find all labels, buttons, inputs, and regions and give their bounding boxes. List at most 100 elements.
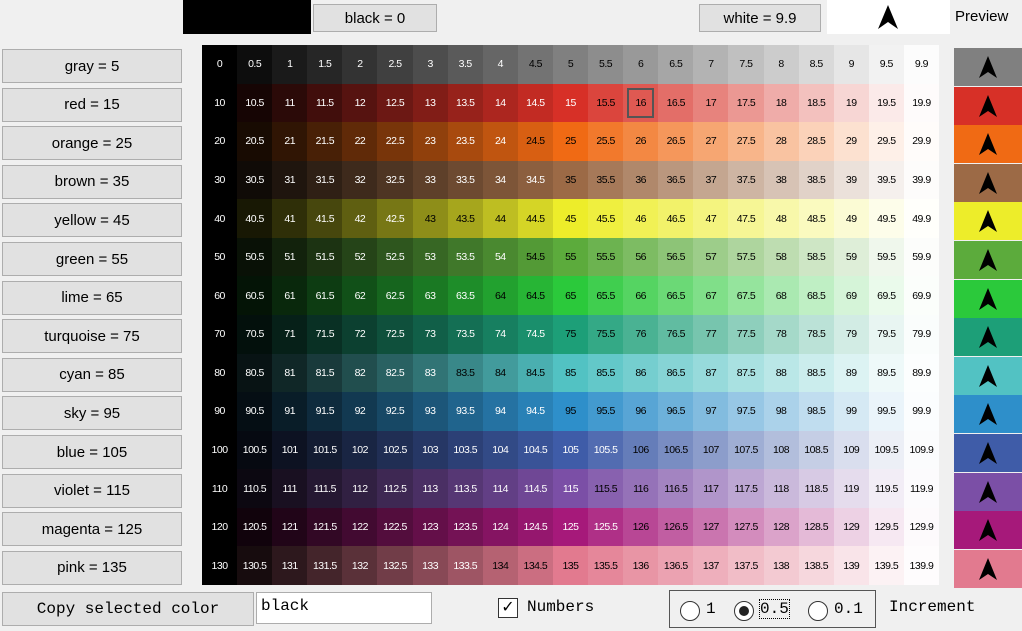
color-cell[interactable]: 130 [202,546,238,585]
color-cell[interactable]: 111 [272,469,308,508]
color-cell[interactable]: 2 [342,45,378,84]
color-cell[interactable]: 21 [272,122,308,161]
color-cell[interactable]: 136.5 [658,546,694,585]
color-cell[interactable]: 130.5 [237,546,273,585]
color-cell[interactable]: 41.5 [307,199,343,238]
color-cell[interactable]: 101 [272,430,308,470]
color-cell[interactable]: 112.5 [377,469,413,508]
color-cell[interactable]: 49 [833,199,869,238]
color-cell[interactable]: 103.5 [447,430,483,470]
color-cell[interactable]: 69 [833,276,869,315]
increment-radio-1[interactable] [680,601,700,621]
color-cell[interactable]: 102.5 [377,430,413,470]
color-cell[interactable]: 106 [623,430,659,470]
color-cell[interactable]: 10 [202,83,238,123]
color-cell[interactable]: 136 [623,546,659,585]
color-cell[interactable]: 37 [693,160,729,200]
color-button[interactable]: lime = 65 [2,280,182,315]
color-cell[interactable]: 79.9 [903,315,939,354]
color-cell[interactable]: 70 [202,315,238,354]
color-cell[interactable]: 39.9 [903,160,939,200]
color-cell[interactable]: 33.5 [447,160,483,200]
color-cell[interactable]: 54 [482,237,518,277]
white-button[interactable]: white = 9.9 [699,4,821,32]
color-cell[interactable]: 86 [623,353,659,393]
color-cell[interactable]: 1 [272,45,308,84]
color-cell[interactable]: 129.5 [868,507,904,547]
color-cell[interactable]: 29.9 [903,122,939,161]
color-cell[interactable]: 84 [482,353,518,393]
color-cell[interactable]: 121 [272,507,308,547]
color-cell[interactable]: 41 [272,199,308,238]
color-cell[interactable]: 115.5 [588,469,624,508]
color-cell[interactable]: 62.5 [377,276,413,315]
color-cell[interactable]: 58.5 [798,237,834,277]
color-cell[interactable]: 27 [693,122,729,161]
color-cell[interactable]: 108 [763,430,799,470]
color-cell[interactable]: 52.5 [377,237,413,277]
color-cell[interactable]: 123.5 [447,507,483,547]
color-cell[interactable]: 115 [552,469,589,508]
color-cell[interactable]: 4.5 [517,45,553,84]
color-cell[interactable]: 99 [833,392,869,431]
color-cell[interactable]: 122.5 [377,507,413,547]
color-cell[interactable]: 46 [623,199,659,238]
color-cell[interactable]: 48 [763,199,799,238]
color-cell[interactable]: 47 [693,199,729,238]
color-cell[interactable]: 103 [412,430,448,470]
color-cell[interactable]: 89 [833,353,869,393]
color-button[interactable]: green = 55 [2,242,182,276]
color-cell[interactable]: 78 [763,315,799,354]
color-cell[interactable]: 135 [552,546,589,585]
color-cell[interactable]: 133.5 [447,546,483,585]
color-cell[interactable]: 72.5 [377,315,413,354]
color-cell[interactable]: 93.5 [447,392,483,431]
color-cell[interactable]: 12.5 [377,83,413,123]
color-cell[interactable]: 7.5 [728,45,764,84]
color-cell[interactable]: 0 [202,45,238,84]
color-cell[interactable]: 63.5 [447,276,483,315]
color-cell[interactable]: 127.5 [728,507,764,547]
color-cell[interactable]: 38 [763,160,799,200]
color-cell[interactable]: 43 [412,199,448,238]
color-cell[interactable]: 65.5 [588,276,624,315]
color-button[interactable]: blue = 105 [2,435,182,469]
color-cell[interactable]: 75 [552,315,589,354]
color-cell[interactable]: 105.5 [588,430,624,470]
color-cell[interactable]: 33 [412,160,448,200]
color-cell[interactable]: 134.5 [517,546,553,585]
color-cell[interactable]: 40 [202,199,238,238]
color-cell[interactable]: 97.5 [728,392,764,431]
color-cell[interactable]: 110 [202,469,238,508]
color-cell[interactable]: 70.5 [237,315,273,354]
color-cell[interactable]: 20 [202,122,238,161]
color-cell[interactable]: 10.5 [237,83,273,123]
color-cell[interactable]: 61 [272,276,308,315]
color-cell[interactable]: 102 [342,430,378,470]
color-cell[interactable]: 137.5 [728,546,764,585]
color-cell[interactable]: 66 [623,276,659,315]
color-cell[interactable]: 9 [833,45,869,84]
color-cell[interactable]: 45 [552,199,589,238]
color-cell[interactable]: 100 [202,430,238,470]
color-cell[interactable]: 109 [833,430,869,470]
color-cell[interactable]: 9.5 [868,45,904,84]
color-cell[interactable]: 13 [412,83,448,123]
color-cell[interactable]: 69.9 [903,276,939,315]
color-cell[interactable]: 19.9 [903,83,939,123]
color-cell[interactable]: 85.5 [588,353,624,393]
color-cell[interactable]: 135.5 [588,546,624,585]
color-cell[interactable]: 107 [693,430,729,470]
color-cell[interactable]: 79.5 [868,315,904,354]
color-cell[interactable]: 133 [412,546,448,585]
color-cell[interactable]: 31.5 [307,160,343,200]
color-cell[interactable]: 96.5 [658,392,694,431]
color-cell[interactable]: 26.5 [658,122,694,161]
color-cell[interactable]: 129.9 [903,507,939,547]
color-cell[interactable]: 6.5 [658,45,694,84]
color-cell[interactable]: 89.5 [868,353,904,393]
color-cell[interactable]: 48.5 [798,199,834,238]
color-cell[interactable]: 124.5 [517,507,553,547]
color-cell[interactable]: 95.5 [588,392,624,431]
color-cell[interactable]: 3.5 [447,45,483,84]
